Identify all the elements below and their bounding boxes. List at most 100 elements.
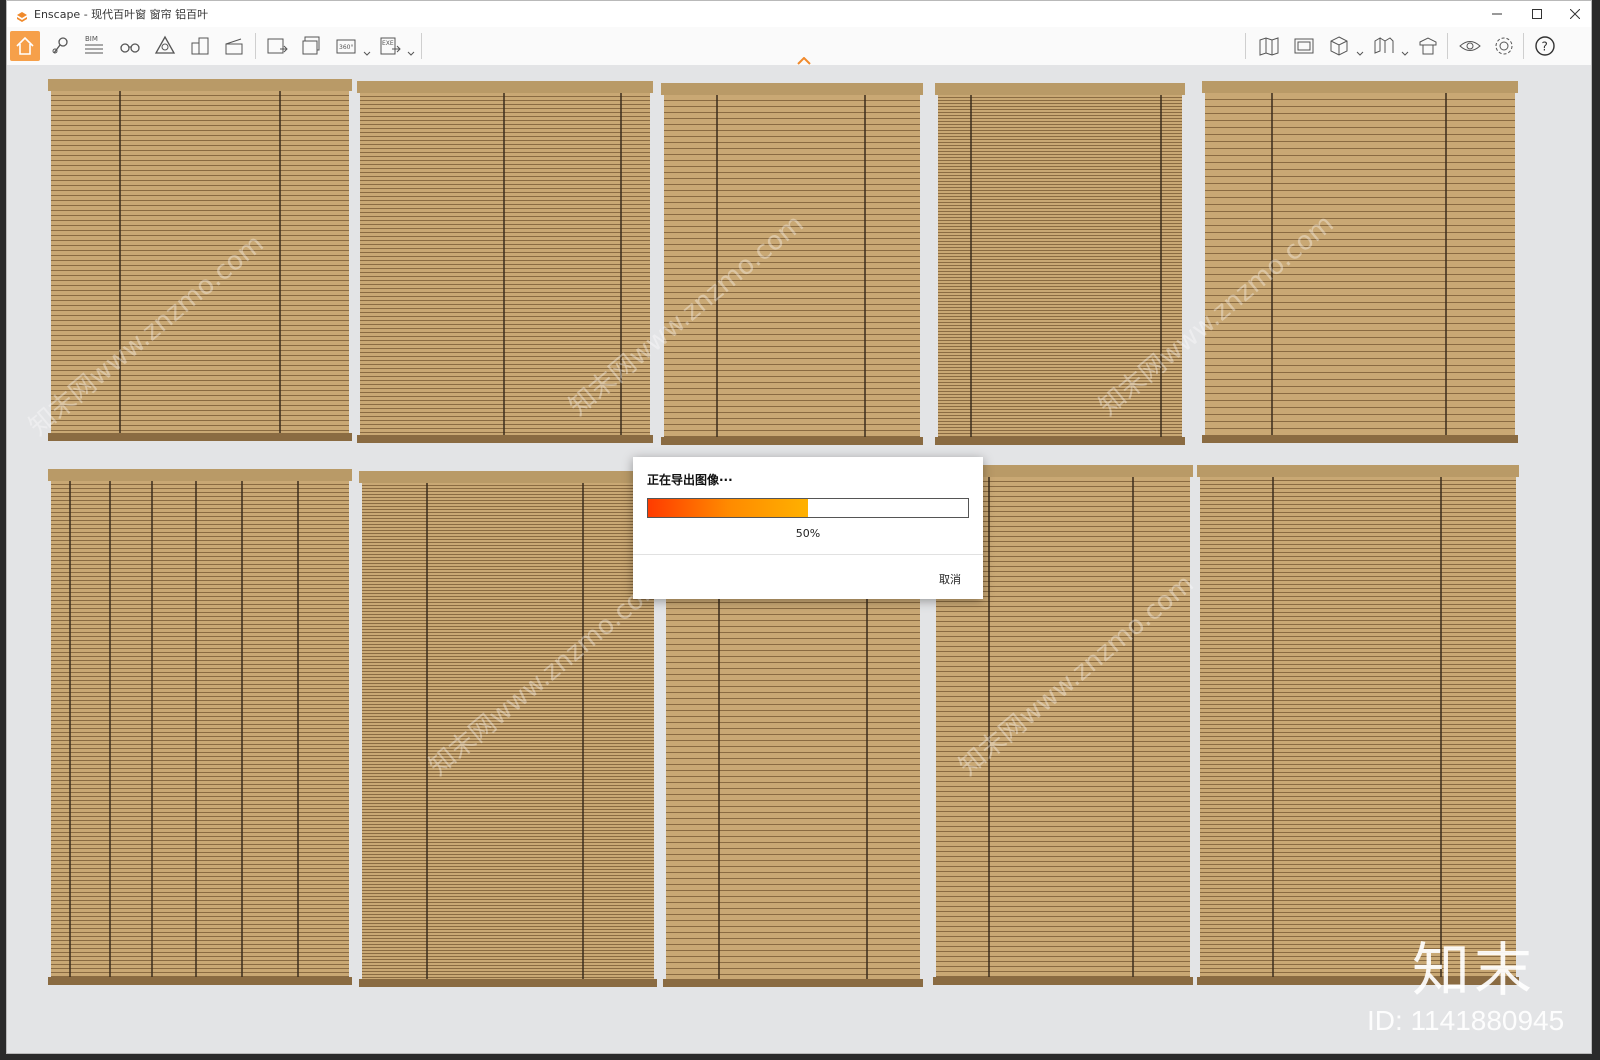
blind-bottom-rail [1202,435,1518,443]
export-dropdown-chevron-icon[interactable] [407,43,415,56]
perspective-icon [154,35,176,54]
help-button[interactable]: ? [1530,31,1560,61]
ladder-cord [119,91,121,433]
binoculars-button[interactable] [115,31,145,61]
ladder-cord [151,481,153,977]
export-exe-icon: EXE [380,37,401,55]
blind-bottom-rail [935,437,1185,445]
perspective-button[interactable] [150,31,180,61]
blind-slats [51,481,349,985]
blind-bottom-rail [48,433,352,441]
minimize-button[interactable] [1477,1,1517,27]
image-id-watermark: ID: 1141880945 [1367,1005,1565,1036]
clapper-button[interactable] [219,31,249,61]
settings-gear-icon [1495,37,1513,55]
dialog-title: 正在导出图像··· [647,473,733,487]
blind-bottom-rail [48,977,352,985]
toolbar-separator [421,33,422,59]
export-progress-dialog: 正在导出图像··· 50% 取消 [633,457,983,599]
enscape-window: Enscape - 现代百叶窗 窗帘 铝百叶 BIM 360° EXE ? 知末… [6,0,1592,1054]
ladder-cord [503,93,505,435]
maximize-button[interactable] [1517,1,1557,27]
ladder-cord [1132,477,1134,977]
eye-icon [1459,41,1481,51]
znzmo-logo-watermark: 知末 [1412,936,1537,1004]
blind-bottom-rail [933,977,1193,985]
pin-icon [52,37,68,54]
bim-button[interactable]: BIM [79,31,109,61]
window-blind [1197,465,1519,985]
blind-headrail [359,471,657,483]
cube-button[interactable] [1324,31,1354,61]
settings-button[interactable] [1489,31,1519,61]
ladder-cord [1445,93,1447,435]
ladder-cord [279,91,281,433]
dialog-divider [633,554,983,555]
book-dropdown-chevron-icon[interactable] [1401,43,1409,56]
map-button[interactable] [1254,31,1284,61]
window-blind [48,469,352,985]
progress-fill [648,499,808,517]
panorama-button[interactable]: 360° [332,31,362,61]
export-progress-bar [647,498,969,518]
close-button[interactable] [1555,1,1591,27]
asset-button[interactable] [1413,31,1443,61]
batch-render-icon [302,36,320,55]
enscape-logo-icon [16,8,28,22]
ladder-cord [241,481,243,977]
blind-headrail [1202,81,1518,93]
panorama-dropdown-chevron-icon[interactable] [363,43,371,56]
render-image-icon [267,38,288,54]
blind-headrail [357,81,653,93]
home-icon [16,36,34,55]
title-bar[interactable]: Enscape - 现代百叶窗 窗帘 铝百叶 [7,1,1591,27]
home-button[interactable] [10,31,40,61]
ladder-cord [195,481,197,977]
book-button[interactable] [1369,31,1399,61]
blind-bottom-rail [357,435,653,443]
blind-headrail [935,83,1185,95]
ladder-cord [582,483,584,979]
window-blind [359,471,657,987]
ladder-cord [970,95,972,437]
help-icon: ? [1535,36,1555,56]
blind-headrail [48,469,352,481]
cube-dropdown-chevron-icon[interactable] [1356,43,1364,56]
ladder-cord [1272,477,1274,977]
cube-icon [1330,36,1348,56]
cancel-button[interactable]: 取消 [939,571,961,587]
visual-settings-button[interactable] [1455,31,1485,61]
ladder-cord [1440,477,1442,977]
toolbar-separator [1245,33,1246,59]
view-icon [1294,38,1314,54]
pin-button[interactable] [45,31,75,61]
bim-icon: BIM [85,35,103,54]
blind-slats [1200,477,1516,985]
ladder-cord [864,95,866,437]
buildings-icon [191,37,209,55]
binoculars-icon [120,43,140,53]
svg-text:EXE: EXE [382,40,394,47]
ladder-cord [1160,95,1162,437]
buildings-button[interactable] [185,31,215,61]
blind-slats [664,95,920,445]
batch-render-button[interactable] [297,31,327,61]
blind-headrail [48,79,352,91]
svg-text:?: ? [1542,40,1548,54]
view-button[interactable] [1289,31,1319,61]
blind-bottom-rail [359,979,657,987]
export-exe-button[interactable]: EXE [375,31,405,61]
ladder-cord [69,481,71,977]
collapse-toolbar-chevron-icon[interactable] [797,50,811,65]
blind-headrail [661,83,923,95]
toolbar-separator [1447,33,1448,59]
progress-percent: 50% [795,527,821,540]
ladder-cord [109,481,111,977]
blind-slats [362,483,654,987]
svg-text:360°: 360° [339,44,353,51]
ladder-cord [297,481,299,977]
svg-text:BIM: BIM [85,35,98,43]
render-image-button[interactable] [262,31,292,61]
book-icon [1374,37,1394,54]
blind-headrail [1197,465,1519,477]
